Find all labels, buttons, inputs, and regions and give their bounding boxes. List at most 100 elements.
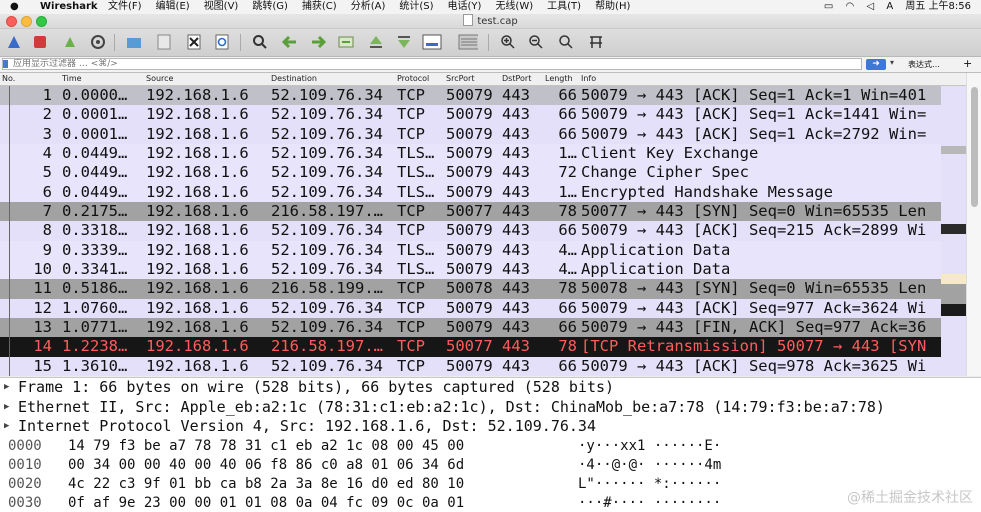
app-menu-name[interactable]: Wireshark — [40, 0, 98, 14]
packet-cell-info: Encrypted Handshake Message — [581, 182, 833, 201]
bytes-row[interactable]: 0000 14 79 f3 be a7 78 78 31 c1 eb a2 1c … — [0, 437, 981, 456]
packet-row[interactable]: 2 0.0001… 192.168.1.6 52.109.76.34 TCP 50079 4… — [0, 105, 966, 125]
packet-cell-dport: 443 — [502, 182, 530, 201]
window-title-text: test.cap — [477, 16, 518, 27]
column-header-dstport[interactable]: DstPort — [502, 73, 531, 85]
expression-button[interactable]: 表达式… — [908, 59, 940, 70]
go-last-packet-icon[interactable] — [394, 32, 414, 52]
packet-cell-info: 50079 → 443 [ACK] Seq=1 Ack=1441 Win= — [581, 105, 927, 124]
packet-cell-len: 66 — [558, 221, 577, 240]
packet-row[interactable]: 3 0.0001… 192.168.1.6 52.109.76.34 TCP 50079 4… — [0, 124, 966, 144]
go-first-packet-icon[interactable] — [366, 32, 386, 52]
apple-icon[interactable]: ● — [10, 0, 19, 14]
column-header-no[interactable]: No. — [2, 73, 15, 85]
expand-arrow-icon[interactable]: ▶ — [4, 417, 9, 437]
menu-item[interactable]: 无线(W) — [495, 1, 533, 12]
packet-row[interactable]: 10 0.3341… 192.168.1.6 52.109.76.34 TLS… 5007… — [0, 259, 966, 280]
column-header-protocol[interactable]: Protocol — [397, 73, 429, 85]
menu-item[interactable]: 分析(A) — [351, 1, 386, 12]
menu-item[interactable]: 跳转(G) — [252, 1, 288, 12]
packet-cell-info: Application Data — [581, 240, 731, 259]
apply-filter-button[interactable]: ➜ — [866, 59, 886, 70]
menu-item[interactable]: 视图(V) — [204, 1, 239, 12]
packet-list-minimap[interactable] — [941, 86, 966, 376]
bytes-offset: 0010 — [8, 457, 42, 473]
display-filter-input[interactable] — [2, 58, 862, 70]
packet-row[interactable]: 8 0.3318… 192.168.1.6 52.109.76.34 TCP 50079 4… — [0, 221, 966, 241]
autoscroll-icon[interactable] — [422, 32, 442, 52]
find-packet-icon[interactable] — [250, 32, 270, 52]
packet-cell-src: 192.168.1.6 — [146, 124, 249, 143]
packet-details-pane: ▶ Frame 1: 66 bytes on wire (528 bits), 6… — [0, 377, 981, 438]
menu-item[interactable]: 文件(F) — [108, 1, 142, 12]
capture-options-icon[interactable] — [88, 32, 108, 52]
packet-row[interactable]: 11 0.5186… 192.168.1.6 216.58.199.… TCP 50078… — [0, 279, 966, 299]
packet-row[interactable]: 1 0.0000… 192.168.1.6 52.109.76.34 TCP 50079 4… — [0, 86, 966, 106]
conversation-rail — [9, 86, 10, 376]
menu-item[interactable]: 工具(T) — [547, 1, 581, 12]
column-header-length[interactable]: Length — [545, 73, 573, 85]
packet-cell-proto: TLS… — [397, 143, 435, 162]
packet-row[interactable]: 15 1.3610… 192.168.1.6 52.109.76.34 TCP 50079… — [0, 356, 966, 376]
resize-columns-icon[interactable] — [586, 32, 606, 52]
save-file-icon[interactable] — [154, 32, 174, 52]
filter-history-dropdown-icon[interactable]: ▾ — [890, 58, 894, 67]
expand-arrow-icon[interactable]: ▶ — [4, 378, 9, 398]
add-filter-button[interactable]: + — [963, 57, 972, 70]
column-header-source[interactable]: Source — [146, 73, 173, 85]
menu-item[interactable]: 捕获(C) — [302, 1, 337, 12]
bytes-row[interactable]: 0010 00 34 00 00 40 00 40 06 f8 86 c0 a8 … — [0, 456, 981, 475]
scrollbar-thumb[interactable] — [971, 87, 978, 207]
zoom-in-icon[interactable] — [498, 32, 518, 52]
packet-list-scrollbar[interactable] — [966, 73, 981, 376]
input-source-icon[interactable]: A — [886, 1, 893, 12]
column-header-destination[interactable]: Destination — [271, 73, 317, 85]
restart-capture-icon[interactable] — [60, 32, 80, 52]
wifi-icon[interactable]: ◠ — [846, 1, 855, 12]
document-icon — [463, 14, 474, 26]
packet-cell-no: 9 — [42, 240, 52, 259]
open-file-icon[interactable] — [124, 32, 144, 52]
packet-row[interactable]: 7 0.2175… 192.168.1.6 216.58.197.… TCP 50077 4… — [0, 201, 966, 222]
clock[interactable]: 周五 上午8:56 — [905, 1, 971, 12]
packet-row[interactable]: 9 0.3339… 192.168.1.6 52.109.76.34 TLS… 50079… — [0, 240, 966, 260]
bytes-row[interactable]: 0030 0f af 9e 23 00 00 01 01 08 0a 04 fc … — [0, 494, 981, 512]
packet-cell-info: Application Data — [581, 259, 731, 278]
menu-item[interactable]: 帮助(H) — [595, 1, 630, 12]
close-file-icon[interactable] — [184, 32, 204, 52]
packet-row[interactable]: 4 0.0449… 192.168.1.6 52.109.76.34 TLS… 50079… — [0, 143, 966, 164]
go-forward-icon[interactable] — [308, 32, 328, 52]
packet-row[interactable]: 6 0.0449… 192.168.1.6 52.109.76.34 TLS… 50079… — [0, 182, 966, 202]
column-header-info[interactable]: Info — [581, 73, 596, 85]
expand-arrow-icon[interactable]: ▶ — [4, 398, 9, 418]
bytes-row[interactable]: 0020 4c 22 c3 9f 01 bb ca b8 2a 3a 8e 16 … — [0, 475, 981, 494]
packet-row[interactable]: 13 1.0771… 192.168.1.6 52.109.76.34 TCP 50079… — [0, 317, 966, 338]
packet-cell-no: 5 — [42, 163, 52, 182]
packet-row[interactable]: 14 1.2238… 192.168.1.6 216.58.197.… TCP 50077… — [0, 337, 966, 357]
packet-row[interactable]: 5 0.0449… 192.168.1.6 52.109.76.34 TLS… 50079… — [0, 163, 966, 183]
packet-cell-time: 0.3318… — [62, 221, 128, 240]
volume-icon[interactable]: ◁ — [866, 1, 874, 12]
reload-file-icon[interactable] — [212, 32, 232, 52]
zoom-out-icon[interactable] — [526, 32, 546, 52]
go-back-icon[interactable] — [280, 32, 300, 52]
stop-capture-icon[interactable] — [30, 32, 50, 52]
detail-row-ethernet[interactable]: ▶ Ethernet II, Src: Apple_eb:a2:1c (78:31… — [0, 398, 981, 418]
packet-cell-proto: TCP — [397, 201, 425, 220]
normal-size-icon[interactable] — [556, 32, 576, 52]
bookmark-icon[interactable] — [3, 60, 8, 68]
column-header-srcport[interactable]: SrcPort — [446, 73, 474, 85]
go-to-packet-icon[interactable] — [336, 32, 356, 52]
menu-item[interactable]: 编辑(E) — [156, 1, 190, 12]
packet-row[interactable]: 12 1.0760… 192.168.1.6 52.109.76.34 TCP 50079… — [0, 298, 966, 318]
column-header-time[interactable]: Time — [62, 73, 82, 85]
battery-icon[interactable]: ▭ — [824, 1, 833, 12]
detail-row-ipv4[interactable]: ▶ Internet Protocol Version 4, Src: 192.1… — [0, 417, 981, 437]
packet-cell-src: 192.168.1.6 — [146, 201, 249, 220]
menu-item[interactable]: 统计(S) — [399, 1, 433, 12]
detail-row-frame[interactable]: ▶ Frame 1: 66 bytes on wire (528 bits), 6… — [0, 378, 981, 398]
menu-item[interactable]: 电话(Y) — [448, 1, 482, 12]
packet-cell-dst: 52.109.76.34 — [271, 317, 383, 336]
colorize-icon[interactable] — [458, 32, 478, 52]
start-capture-icon[interactable] — [4, 32, 24, 52]
